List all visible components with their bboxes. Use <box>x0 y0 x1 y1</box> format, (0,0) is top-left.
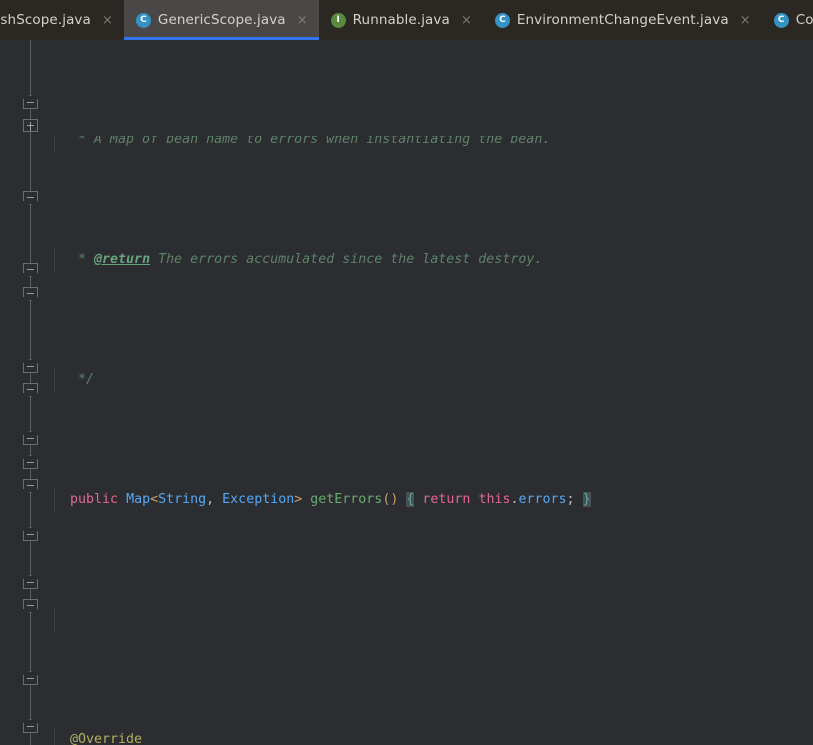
class-icon: C <box>773 12 789 28</box>
editor-tab-runnable[interactable]: I Runnable.java × <box>319 0 483 40</box>
code-content[interactable]: * A Map of bean name to errors when inst… <box>46 40 813 745</box>
fold-collapse-down-icon[interactable] <box>23 599 38 613</box>
fold-expand-plus-icon[interactable] <box>23 119 38 132</box>
code-editor[interactable]: * A Map of bean name to errors when inst… <box>0 40 813 745</box>
editor-gutter[interactable] <box>0 40 46 745</box>
editor-tab-label: Runnable.java <box>352 12 450 28</box>
close-icon[interactable]: × <box>739 14 752 27</box>
fold-collapse-up-icon[interactable] <box>23 455 38 469</box>
code-line[interactable]: public Map<String, Exception> getErrors(… <box>46 488 813 512</box>
ide-window: eshScope.java × C GenericScope.java × I … <box>0 0 813 745</box>
code-line[interactable] <box>46 608 813 632</box>
code-token-annotation: @Override <box>70 732 143 745</box>
fold-collapse-up-icon[interactable] <box>23 719 38 733</box>
fold-collapse-down-icon[interactable] <box>23 287 38 301</box>
fold-collapse-down-icon[interactable] <box>23 263 38 277</box>
fold-collapse-up-icon[interactable] <box>23 95 38 109</box>
matching-brace-highlight: } <box>582 492 591 507</box>
fold-collapse-up-icon[interactable] <box>23 359 38 373</box>
class-icon: C <box>135 12 151 28</box>
code-line[interactable]: * @return The errors accumulated since t… <box>46 248 813 272</box>
fold-collapse-up-icon[interactable] <box>23 527 38 541</box>
code-line[interactable]: @Override <box>46 728 813 745</box>
fold-collapse-down-icon[interactable] <box>23 383 38 397</box>
editor-tab-label: EnvironmentChangeEvent.java <box>516 12 729 28</box>
editor-tab-genericscope[interactable]: C GenericScope.java × <box>123 0 319 40</box>
editor-tab-label: ConfigurationPro <box>795 12 813 28</box>
editor-tab-label: eshScope.java <box>0 12 91 28</box>
editor-tab-label: GenericScope.java <box>157 12 286 28</box>
fold-collapse-up-icon[interactable] <box>23 671 38 685</box>
code-line[interactable]: */ <box>46 368 813 392</box>
fold-collapse-up-icon[interactable] <box>23 575 38 589</box>
editor-tab-configurationproperties[interactable]: C ConfigurationPro <box>762 0 813 40</box>
close-icon[interactable]: × <box>460 14 473 27</box>
interface-icon: I <box>330 12 346 28</box>
class-icon: C <box>494 12 510 28</box>
editor-tab-bar[interactable]: eshScope.java × C GenericScope.java × I … <box>0 0 813 40</box>
code-line[interactable]: * A Map of bean name to errors when inst… <box>46 136 813 152</box>
editor-tab-refreshscope[interactable]: eshScope.java × <box>0 0 124 40</box>
editor-tab-environmentchangeevent[interactable]: C EnvironmentChangeEvent.java × <box>483 0 762 40</box>
code-token-comment: * A Map of bean name to errors when inst… <box>70 136 551 147</box>
close-icon[interactable]: × <box>296 14 309 27</box>
fold-collapse-down-icon[interactable] <box>23 191 38 205</box>
javadoc-return-tag: @return <box>94 252 151 267</box>
fold-collapse-down-icon[interactable] <box>23 479 38 493</box>
fold-collapse-up-icon[interactable] <box>23 431 38 445</box>
close-icon[interactable]: × <box>101 14 114 27</box>
